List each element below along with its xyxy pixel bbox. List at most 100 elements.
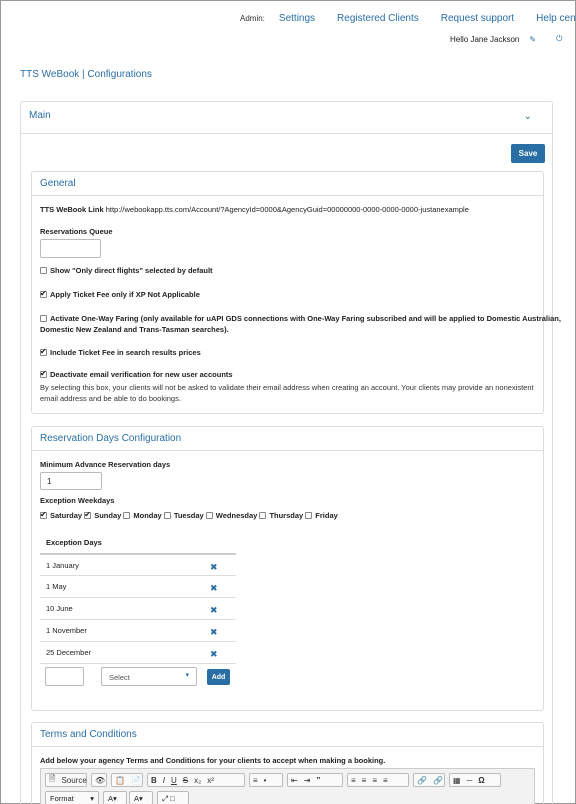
indent-icon[interactable]: ⇥ <box>301 776 314 785</box>
justify-icon[interactable]: ≡ <box>380 776 391 785</box>
chevron-down-icon[interactable]: ⌄ <box>524 111 532 122</box>
save-button[interactable]: Save <box>511 144 545 163</box>
checkbox-sunday[interactable] <box>84 510 92 519</box>
paste-icon[interactable]: 📋 <box>112 776 128 785</box>
maximize-group: ⤢ □ <box>157 791 189 804</box>
text-color-button[interactable]: A▾ <box>103 791 127 804</box>
indent-group: ⇤ ⇥ ” <box>287 773 343 787</box>
checkbox-monday[interactable] <box>123 511 131 519</box>
show-blocks-icon[interactable]: □ <box>170 794 175 803</box>
link-icon[interactable]: 🔗 <box>414 776 430 785</box>
month-select-value: Select <box>109 673 130 682</box>
chevron-down-icon: ▾ <box>90 794 94 803</box>
terms-title: Terms and Conditions <box>32 723 543 747</box>
nav-request-support[interactable]: Request support <box>441 13 514 24</box>
editor-toolbar: 🗎 Source 👁 📋 📄 B I U S x₂ x² ≡ • ⇤ ⇥ ” ≡… <box>40 768 535 804</box>
min-advance-value: 1 <box>47 477 52 486</box>
main-panel-header[interactable]: Main ⌄ <box>21 102 552 134</box>
format-group: B I U S x₂ x² <box>147 773 245 787</box>
preview-icon[interactable]: 👁 <box>92 776 108 785</box>
source-icon[interactable]: 🗎 <box>46 773 58 787</box>
nav-settings[interactable]: Settings <box>279 13 315 24</box>
numbered-list-icon[interactable]: ≡ <box>250 776 261 785</box>
weekday-label: Tuesday <box>173 511 204 520</box>
checkbox-wednesday[interactable] <box>205 511 213 519</box>
reservations-queue-input[interactable] <box>40 239 101 258</box>
table-row: 1 November ✖ <box>40 619 236 641</box>
edit-profile-icon[interactable]: ✎ <box>529 35 536 44</box>
align-left-icon[interactable]: ≡ <box>348 776 359 785</box>
list-group: ≡ • <box>249 773 283 787</box>
user-greeting: Hello Jane Jackson <box>450 34 520 44</box>
superscript-icon[interactable]: x² <box>204 776 217 785</box>
strike-icon[interactable]: S <box>180 776 191 785</box>
option-ticket-fee-xp[interactable]: Apply Ticket Fee only if XP Not Applicab… <box>40 289 200 299</box>
option-deactivate-email-verification[interactable]: Deactivate email verification for new us… <box>40 369 233 379</box>
blockquote-icon[interactable]: ” <box>313 776 323 785</box>
verification-note: By selecting this box, your clients will… <box>40 382 540 404</box>
general-title: General <box>32 172 543 196</box>
checkbox-tuesday[interactable] <box>163 511 171 519</box>
admin-label: Admin: <box>240 14 265 23</box>
min-advance-label: Minimum Advance Reservation days <box>40 460 171 469</box>
checkbox-saturday[interactable] <box>40 510 47 519</box>
source-button[interactable]: Source <box>58 776 89 785</box>
option-include-ticket-fee[interactable]: Include Ticket Fee in search results pri… <box>40 347 201 357</box>
reservation-days-section: Reservation Days Configuration Minimum A… <box>31 426 544 711</box>
remove-icon[interactable]: ✖ <box>210 583 218 594</box>
table-icon[interactable]: ▦ <box>450 776 464 785</box>
horizontal-rule-icon[interactable]: ─ <box>464 776 476 785</box>
terms-section: Terms and Conditions Add below your agen… <box>31 722 544 804</box>
italic-icon[interactable]: I <box>160 776 168 785</box>
nav-registered-clients[interactable]: Registered Clients <box>337 13 419 24</box>
align-center-icon[interactable]: ≡ <box>359 776 370 785</box>
checkbox-friday[interactable] <box>305 511 313 519</box>
special-char-icon[interactable]: Ω <box>475 776 487 785</box>
option-only-direct[interactable]: Show "Only direct flights" selected by d… <box>40 266 213 275</box>
min-advance-input[interactable]: 1 <box>40 472 102 490</box>
unlink-icon[interactable]: 🔗 <box>430 776 446 785</box>
checkbox[interactable] <box>40 369 47 378</box>
maximize-icon[interactable]: ⤢ <box>162 794 168 803</box>
clipboard-group: 📋 📄 <box>111 773 143 787</box>
subscript-icon[interactable]: x₂ <box>191 776 204 785</box>
remove-icon[interactable]: ✖ <box>210 627 218 638</box>
exception-day-input[interactable] <box>45 667 84 686</box>
nav-help-center[interactable]: Help center <box>536 13 576 24</box>
checkbox[interactable] <box>40 289 47 298</box>
checkbox[interactable] <box>40 266 47 274</box>
format-select[interactable]: Format ▾ <box>45 791 99 804</box>
exception-day-label: 25 December <box>46 648 92 657</box>
general-section: General TTS WeBook Link http://webookapp… <box>31 171 561 414</box>
bg-color-button[interactable]: A▾ <box>129 791 153 804</box>
remove-icon[interactable]: ✖ <box>210 605 218 616</box>
checkbox[interactable] <box>40 347 47 356</box>
outdent-icon[interactable]: ⇤ <box>288 776 301 785</box>
webook-link-value[interactable]: http://webookapp.tts.com/Account/?Agency… <box>106 205 469 214</box>
page-title: TTS WeBook | Configurations <box>20 69 152 80</box>
remove-icon[interactable]: ✖ <box>210 562 218 573</box>
option-label: Show "Only direct flights" selected by d… <box>50 266 213 275</box>
exception-day-label: 1 January <box>46 561 79 570</box>
table-row: 10 June ✖ <box>40 597 236 619</box>
checkbox[interactable] <box>40 314 47 322</box>
one-way-faring-continuation: Domestic New Zealand and Trans-Tasman se… <box>40 325 229 334</box>
logout-icon[interactable]: ⏻ <box>556 34 562 44</box>
weekday-label: Sunday <box>94 511 122 520</box>
add-button[interactable]: Add <box>207 669 230 685</box>
link-group: 🔗 🔗 <box>413 773 445 787</box>
checkbox-thursday[interactable] <box>259 511 267 519</box>
underline-icon[interactable]: U <box>168 776 180 785</box>
bullet-list-icon[interactable]: • <box>261 776 270 785</box>
bold-icon[interactable]: B <box>148 776 160 785</box>
top-nav: Admin: Settings Registered Clients Reque… <box>240 13 576 24</box>
option-label: Apply Ticket Fee only if XP Not Applicab… <box>50 290 200 299</box>
verification-note-line: By selecting this box, your clients will… <box>40 383 534 392</box>
remove-icon[interactable]: ✖ <box>210 649 218 660</box>
month-select[interactable]: Select ▾ <box>101 667 197 686</box>
align-right-icon[interactable]: ≡ <box>369 776 380 785</box>
exception-day-label: 1 November <box>46 626 87 635</box>
paste-text-icon[interactable]: 📄 <box>128 776 144 785</box>
option-one-way-faring[interactable]: Activate One-Way Faring (only available … <box>40 314 561 323</box>
webook-link-label: TTS WeBook Link <box>40 205 104 214</box>
